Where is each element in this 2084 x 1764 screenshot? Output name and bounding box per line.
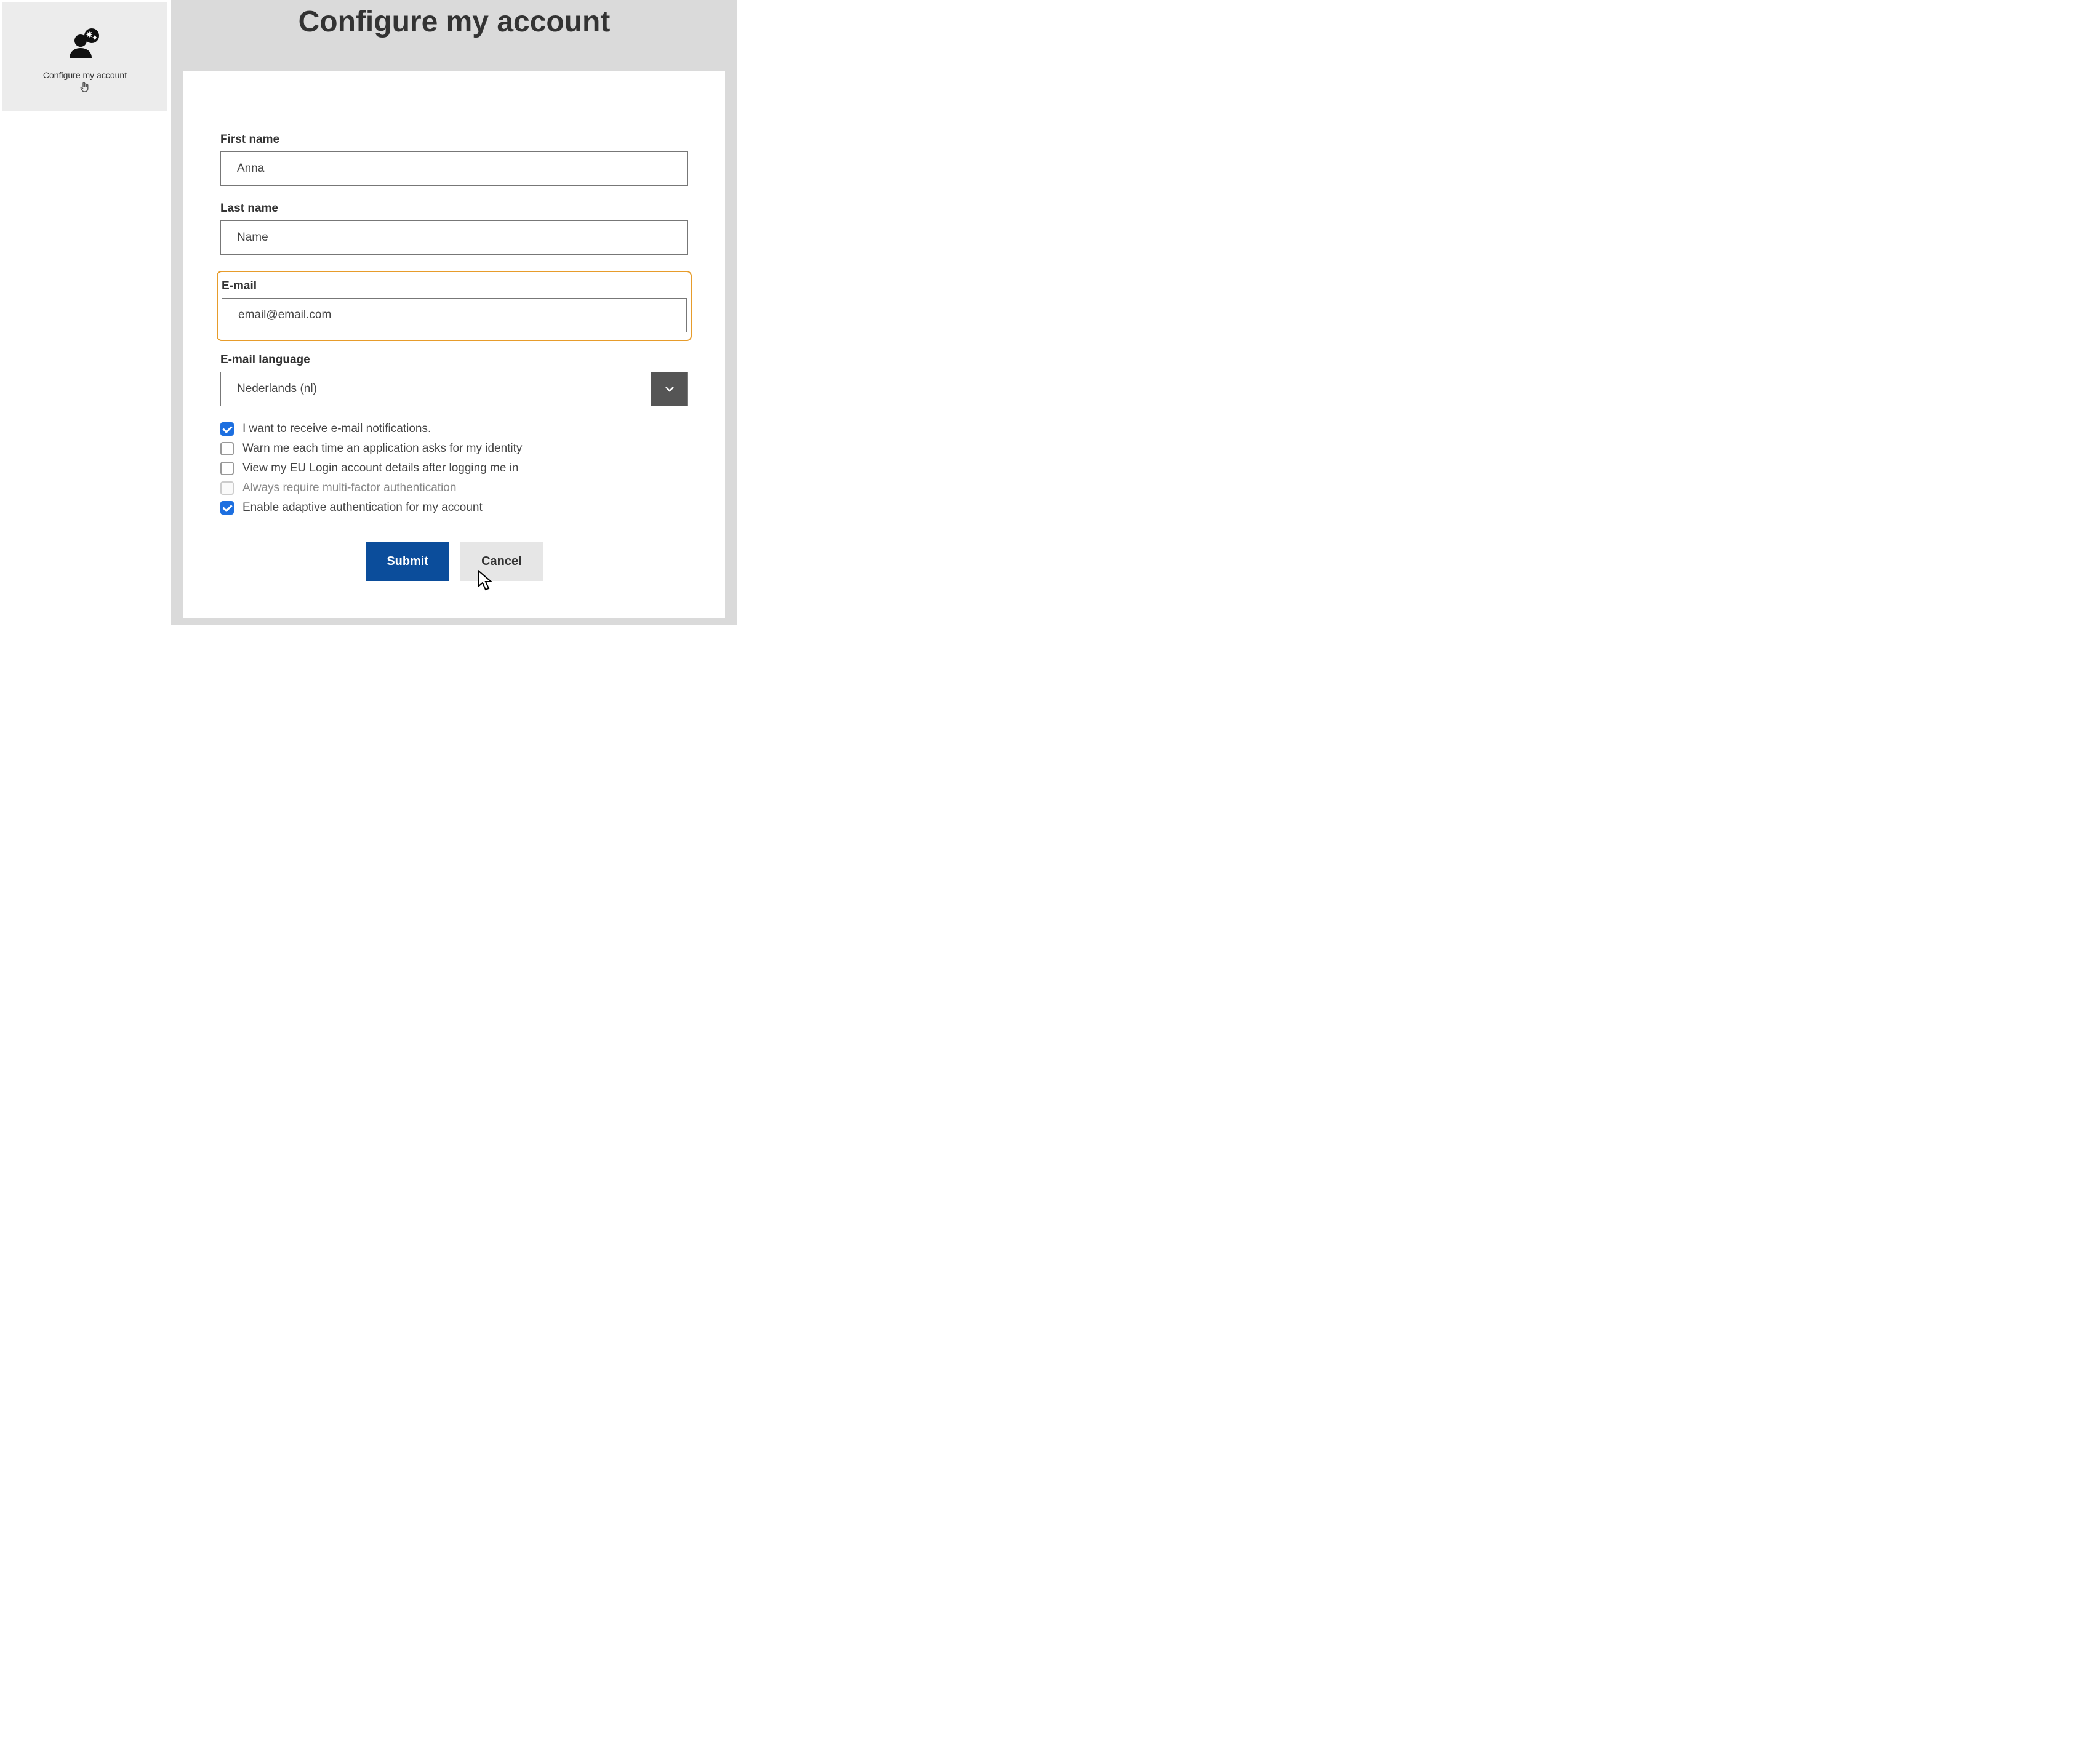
- first-name-label: First name: [220, 133, 688, 146]
- checkbox-email-notifications[interactable]: I want to receive e-mail notifications.: [220, 422, 688, 436]
- checkbox-label: Warn me each time an application asks fo…: [242, 442, 522, 455]
- last-name-label: Last name: [220, 202, 688, 215]
- checkbox-warn-identity[interactable]: Warn me each time an application asks fo…: [220, 442, 688, 455]
- email-field-highlight: E-mail: [217, 271, 692, 341]
- check-icon: [220, 501, 234, 515]
- right-panel: Configure my account First name Last nam…: [171, 0, 737, 625]
- submit-button[interactable]: Submit: [366, 542, 449, 581]
- form-card: First name Last name E-mail E-mail langu…: [183, 71, 725, 618]
- configure-account-link[interactable]: Configure my account: [43, 70, 127, 80]
- checkbox-view-eu-details[interactable]: View my EU Login account details after l…: [220, 462, 688, 475]
- email-language-value: Nederlands (nl): [220, 372, 688, 406]
- check-icon: [220, 442, 234, 455]
- configure-account-tile[interactable]: Configure my account: [2, 2, 167, 111]
- checkbox-adaptive-auth[interactable]: Enable adaptive authentication for my ac…: [220, 501, 688, 515]
- email-label: E-mail: [222, 279, 687, 293]
- checkbox-group: I want to receive e-mail notifications. …: [220, 422, 688, 515]
- checkbox-label: Always require multi-factor authenticati…: [242, 481, 456, 495]
- button-row: Submit Cancel: [220, 542, 688, 581]
- checkbox-require-mfa: Always require multi-factor authenticati…: [220, 481, 688, 495]
- email-language-select[interactable]: Nederlands (nl): [220, 372, 688, 406]
- checkbox-label: Enable adaptive authentication for my ac…: [242, 501, 483, 515]
- email-input[interactable]: [222, 298, 687, 332]
- cancel-button[interactable]: Cancel: [460, 542, 543, 581]
- checkbox-label: I want to receive e-mail notifications.: [242, 422, 431, 436]
- first-name-input[interactable]: [220, 151, 688, 186]
- last-name-field: Last name: [220, 202, 688, 255]
- email-language-label: E-mail language: [220, 353, 688, 367]
- check-icon: [220, 462, 234, 475]
- email-language-field: E-mail language Nederlands (nl): [220, 353, 688, 406]
- page-title: Configure my account: [171, 5, 737, 39]
- hand-cursor-icon: [79, 81, 90, 94]
- chevron-down-icon[interactable]: [651, 372, 688, 406]
- checkbox-label: View my EU Login account details after l…: [242, 462, 519, 475]
- user-gear-icon: [63, 27, 107, 59]
- last-name-input[interactable]: [220, 220, 688, 255]
- check-icon: [220, 481, 234, 495]
- check-icon: [220, 422, 234, 436]
- first-name-field: First name: [220, 133, 688, 186]
